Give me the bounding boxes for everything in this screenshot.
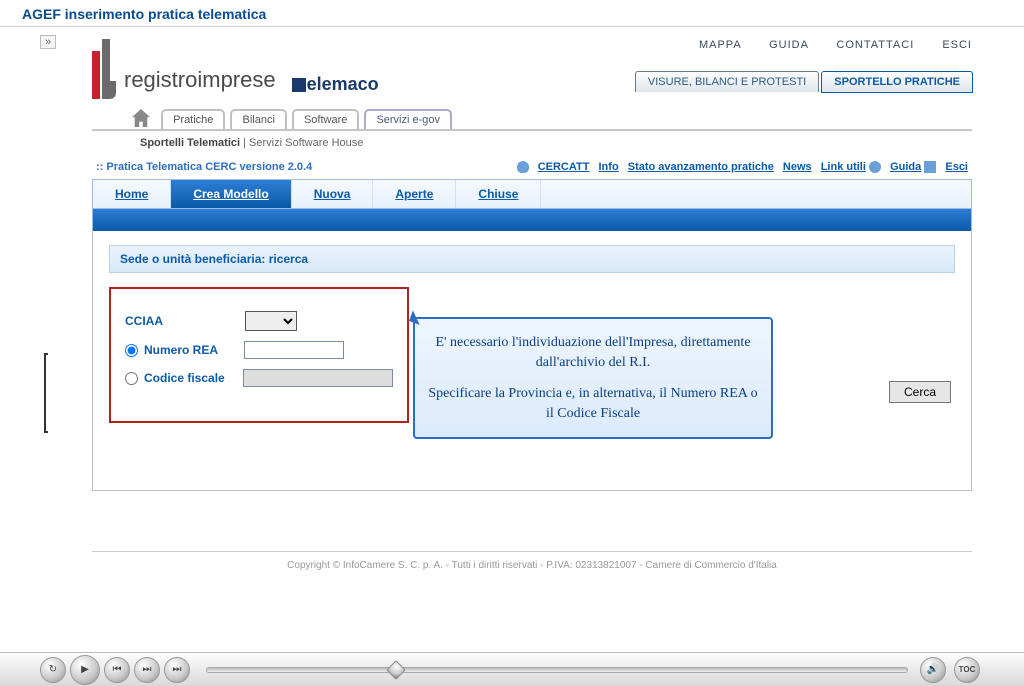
registroimprese-logo-icon [92,39,116,99]
link-esci[interactable]: Esci [945,161,968,173]
player-bar: ↻ ▶ ⏮ ⏭ ⏭ 🔊 TOC [0,652,1024,686]
nav-guida[interactable]: GUIDA [769,39,808,51]
page-title: AGEF inserimento pratica telematica [0,0,1024,27]
exit-icon [924,161,936,173]
help-icon [869,161,881,173]
expand-button[interactable]: » [40,35,56,49]
blue-tabs: Home Crea Modello Nuova Aperte Chiuse [92,179,972,209]
radio-codice-fiscale[interactable] [125,372,138,385]
codice-fiscale-input[interactable] [243,369,393,387]
cf-label: Codice fiscale [144,371,243,385]
link-stato[interactable]: Stato avanzamento pratiche [628,161,774,173]
player-track[interactable] [206,667,908,673]
tab-nuova[interactable]: Nuova [292,180,374,208]
player-fwd-button[interactable]: ⏭ [164,657,190,683]
top-nav: MAPPA GUIDA CONTATTACI ESCI [675,39,972,51]
breadcrumb: Sportelli Telematici | Servizi Software … [92,137,972,149]
player-thumb[interactable] [386,660,406,680]
callout-line-2: Specificare la Provincia e, in alternati… [427,384,759,423]
tab-pratiche[interactable]: Pratiche [161,109,225,129]
callout-line-1: E' necessario l'individuazione dell'Impr… [427,333,759,372]
cciaa-label: CCIAA [125,314,245,328]
player-volume-button[interactable]: 🔊 [920,657,946,683]
user-icon [517,161,529,173]
link-cercatt[interactable]: CERCATT [538,161,590,173]
player-play-button[interactable]: ▶ [70,655,100,685]
annotation-bracket [44,353,48,433]
player-back-button[interactable]: ⏮ [104,657,130,683]
footer-copyright: Copyright © InfoCamere S. C. p. A. - Tut… [92,551,972,575]
toolbar-right: CERCATT Info Stato avanzamento pratiche … [517,161,968,173]
tab-bilanci[interactable]: Bilanci [230,109,286,129]
player-refresh-button[interactable]: ↻ [40,657,66,683]
subtab-sportello[interactable]: SPORTELLO PRATICHE [821,71,973,93]
rea-label: Numero REA [144,343,244,357]
logo-block: registroimprese elemaco [92,39,379,99]
tab-software[interactable]: Software [292,109,359,129]
version-line: :: Pratica Telematica CERC versione 2.0.… [96,161,312,173]
radio-numero-rea[interactable] [125,344,138,357]
link-guida[interactable]: Guida [890,161,921,173]
tab-servizi-egov[interactable]: Servizi e-gov [364,109,452,129]
callout-tooltip: E' necessario l'individuazione dell'Impr… [413,317,773,439]
home-icon[interactable] [132,109,150,127]
logo-text: registroimprese [124,67,276,93]
player-step-button[interactable]: ⏭ [134,657,160,683]
subtab-visure[interactable]: VISURE, BILANCI E PROTESTI [635,71,819,92]
numero-rea-input[interactable] [244,341,344,359]
nav-contattaci[interactable]: CONTATTACI [836,39,914,51]
search-box: CCIAA Numero REA Codice fiscale [109,287,409,423]
nav-mappa[interactable]: MAPPA [699,39,741,51]
link-news[interactable]: News [783,161,812,173]
telemaco-logo: elemaco [292,74,379,95]
cerca-button[interactable]: Cerca [889,381,951,403]
cciaa-select[interactable] [245,311,297,331]
tab-chiuse[interactable]: Chiuse [456,180,541,208]
link-info[interactable]: Info [599,161,619,173]
tab-crea-modello[interactable]: Crea Modello [171,180,291,208]
nav-esci[interactable]: ESCI [942,39,972,51]
tab-aperte[interactable]: Aperte [373,180,456,208]
tab-home[interactable]: Home [93,180,171,208]
link-utili[interactable]: Link utili [821,161,866,173]
panel-title: Sede o unità beneficiaria: ricerca [109,245,955,273]
player-toc-button[interactable]: TOC [954,657,980,683]
